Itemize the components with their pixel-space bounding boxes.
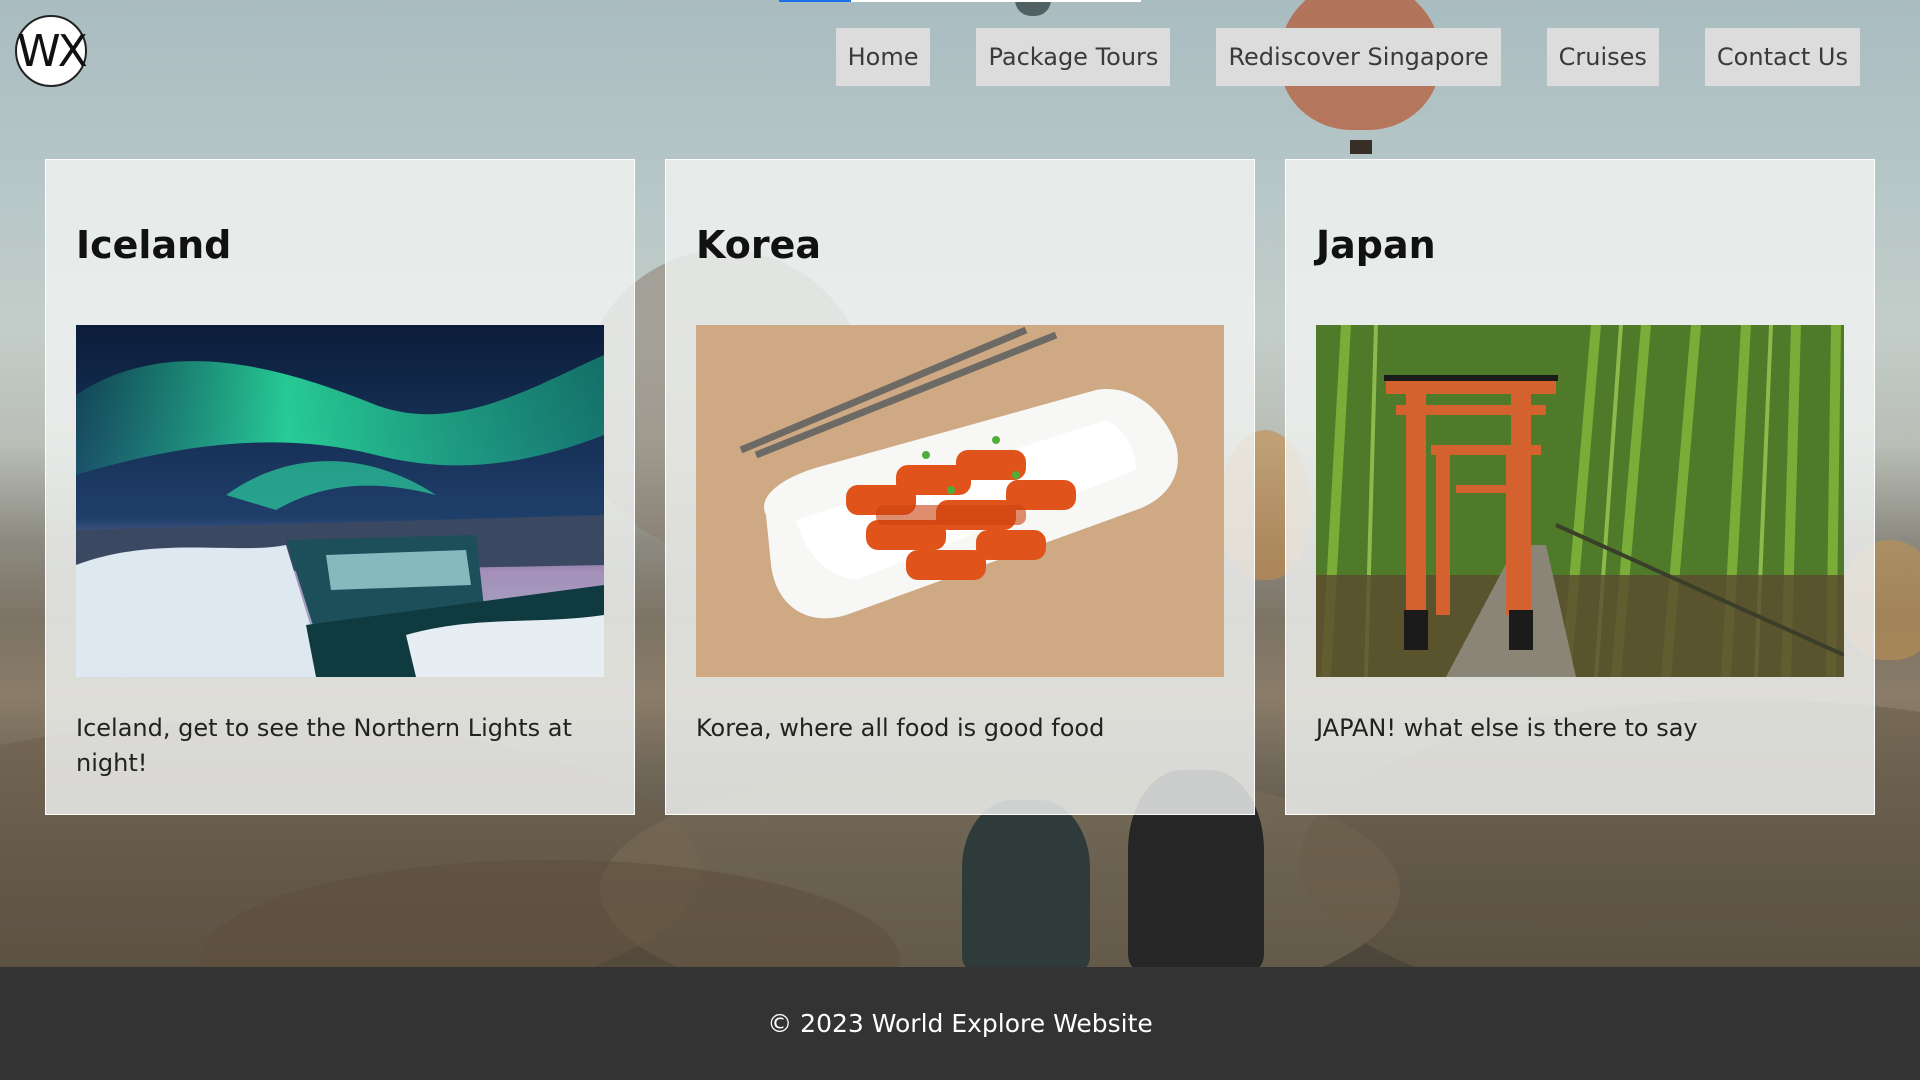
page-loading-fill [779, 0, 852, 2]
page: WX Home Package Tours Rediscover Singapo… [0, 0, 1920, 1080]
korea-tteokbokki-image [696, 325, 1224, 677]
card-description: Korea, where all food is good food [696, 714, 1105, 742]
card-title: Japan [1316, 223, 1436, 267]
nav-item-home[interactable]: Home [835, 28, 931, 86]
card-title: Iceland [76, 223, 232, 267]
card-title: Korea [696, 223, 822, 267]
nav-item-rediscover-singapore[interactable]: Rediscover Singapore [1216, 28, 1501, 86]
destination-card-iceland[interactable]: Iceland Iceland, get to see the Northern… [45, 159, 635, 815]
nav-item-cruises[interactable]: Cruises [1546, 28, 1659, 86]
logo-text: WX [17, 25, 88, 77]
nav-item-package-tours[interactable]: Package Tours [976, 28, 1171, 86]
nav-item-contact-us[interactable]: Contact Us [1704, 28, 1860, 86]
iceland-northern-lights-image [76, 325, 604, 677]
site-footer: © 2023 World Explore Website [0, 967, 1920, 1080]
main-nav: Home Package Tours Rediscover Singapore … [835, 28, 1860, 86]
page-loading-bar [779, 0, 1141, 2]
site-logo[interactable]: WX [15, 15, 88, 87]
destination-cards: Iceland Iceland, get to see the Northern… [45, 159, 1875, 815]
card-description: Iceland, get to see the Northern Lights … [76, 714, 572, 777]
footer-copyright: © 2023 World Explore Website [767, 1009, 1153, 1038]
card-description: JAPAN! what else is there to say [1316, 714, 1698, 742]
japan-torii-bamboo-image [1316, 325, 1844, 677]
destination-card-korea[interactable]: Korea Korea, where all food is good food [665, 159, 1255, 815]
destination-card-japan[interactable]: Japan JAPAN! what else is there to say [1285, 159, 1875, 815]
